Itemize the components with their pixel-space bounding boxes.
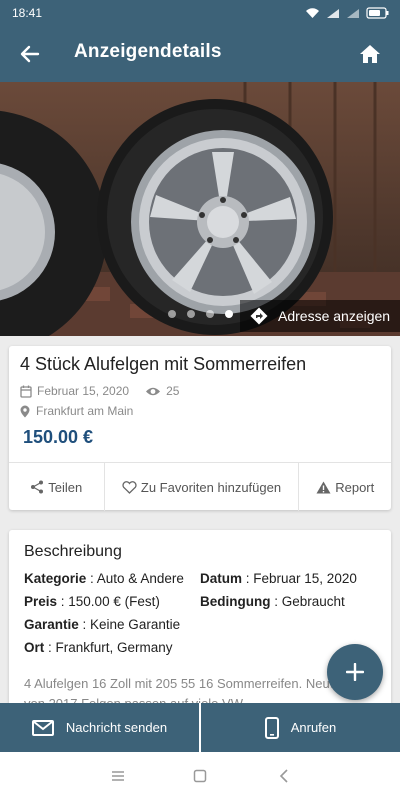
location-pin-icon	[20, 405, 30, 417]
attr-date-label: Datum	[200, 571, 243, 586]
listing-actions: Teilen Zu Favoriten hinzufügen Report	[9, 462, 391, 511]
warning-icon	[316, 481, 331, 493]
wifi-icon	[306, 8, 319, 18]
attr-condition-label: Bedingung	[200, 594, 271, 609]
attr-price-label: Preis	[24, 594, 58, 609]
directions-icon	[250, 307, 268, 325]
attr-condition-value: : Gebraucht	[270, 594, 345, 609]
eye-icon	[146, 387, 161, 395]
show-address-button[interactable]: Adresse anzeigen	[240, 300, 400, 332]
battery-icon	[366, 7, 389, 19]
listing-photo[interactable]	[0, 82, 400, 336]
signal-icon	[327, 8, 339, 18]
gallery-dot[interactable]	[187, 310, 195, 318]
attr-place: Ort : Frankfurt, Germany	[24, 640, 173, 655]
attr-warranty-label: Garantie	[24, 617, 79, 632]
attr-warranty: Garantie : Keine Garantie	[24, 617, 180, 632]
heart-icon	[122, 480, 137, 494]
attr-price-value: : 150.00 € (Fest)	[57, 594, 160, 609]
views-count: 25	[145, 384, 179, 398]
add-fab-button[interactable]	[327, 644, 383, 700]
square-icon	[193, 769, 207, 783]
app-bar: Anzeigendetails	[0, 26, 400, 82]
location-text: Frankfurt am Main	[36, 404, 134, 418]
listing-title: 4 Stück Alufelgen mit Sommerreifen	[20, 354, 307, 374]
attr-category-label: Kategorie	[24, 571, 87, 586]
share-label: Teilen	[48, 479, 83, 495]
attr-category: Kategorie : Auto & Andere	[24, 571, 184, 586]
attr-date-value: : Februar 15, 2020	[242, 571, 357, 586]
arrow-left-icon	[20, 45, 40, 63]
menu-icon	[112, 771, 124, 781]
back-button[interactable]	[16, 40, 44, 68]
calendar-icon	[20, 385, 32, 398]
share-icon	[31, 480, 44, 494]
gallery-dot[interactable]	[168, 310, 176, 318]
attr-place-label: Ort	[24, 640, 45, 655]
report-button[interactable]: Report	[299, 463, 391, 511]
call-button[interactable]: Anrufen	[201, 703, 400, 752]
listing-date: Februar 15, 2020	[37, 384, 130, 398]
listing-card: 4 Stück Alufelgen mit Sommerreifen Febru…	[9, 346, 391, 511]
attr-category-value: : Auto & Andere	[86, 571, 184, 586]
attr-warranty-value: : Keine Garantie	[78, 617, 181, 632]
views-value: 25	[166, 384, 180, 398]
status-time: 18:41	[12, 6, 43, 20]
contact-bar: Nachricht senden Anrufen	[0, 703, 400, 752]
gallery-dots	[168, 310, 233, 318]
gallery-dot-active[interactable]	[225, 310, 233, 318]
listing-meta: Februar 15, 2020 25	[20, 384, 179, 398]
share-button[interactable]: Teilen	[9, 463, 105, 511]
mail-icon	[31, 719, 54, 736]
page-title: Anzeigendetails	[74, 41, 222, 62]
home-button[interactable]	[356, 40, 384, 68]
listing-location: Frankfurt am Main	[20, 404, 133, 418]
back-nav-button[interactable]	[275, 767, 293, 785]
description-heading: Beschreibung	[24, 543, 122, 560]
send-message-label: Nachricht senden	[65, 720, 168, 735]
wheel-photo	[0, 82, 400, 336]
signal-icon-2	[347, 8, 359, 18]
home-nav-button[interactable]	[191, 767, 209, 785]
status-bar: 18:41	[0, 0, 400, 26]
add-favorite-button[interactable]: Zu Favoriten hinzufügen	[105, 463, 300, 511]
attr-price: Preis : 150.00 € (Fest)	[24, 594, 160, 609]
show-address-label: Adresse anzeigen	[278, 308, 391, 324]
description-card: Beschreibung Kategorie : Auto & Andere D…	[9, 530, 391, 720]
report-label: Report	[335, 479, 375, 495]
status-icons	[305, 5, 390, 21]
favorite-label: Zu Favoriten hinzufügen	[140, 479, 282, 495]
chevron-left-icon	[279, 769, 288, 783]
home-icon	[360, 45, 380, 63]
call-label: Anrufen	[290, 720, 337, 735]
send-message-button[interactable]: Nachricht senden	[0, 703, 199, 752]
menu-nav-button[interactable]	[109, 767, 127, 785]
attr-place-value: : Frankfurt, Germany	[44, 640, 173, 655]
gallery-dot[interactable]	[206, 310, 214, 318]
phone-icon	[264, 716, 279, 739]
attr-date: Datum : Februar 15, 2020	[200, 571, 357, 586]
plus-icon	[346, 663, 364, 681]
attr-condition: Bedingung : Gebraucht	[200, 594, 345, 609]
listing-price: 150.00 €	[23, 427, 94, 447]
system-nav-bar	[0, 752, 400, 800]
